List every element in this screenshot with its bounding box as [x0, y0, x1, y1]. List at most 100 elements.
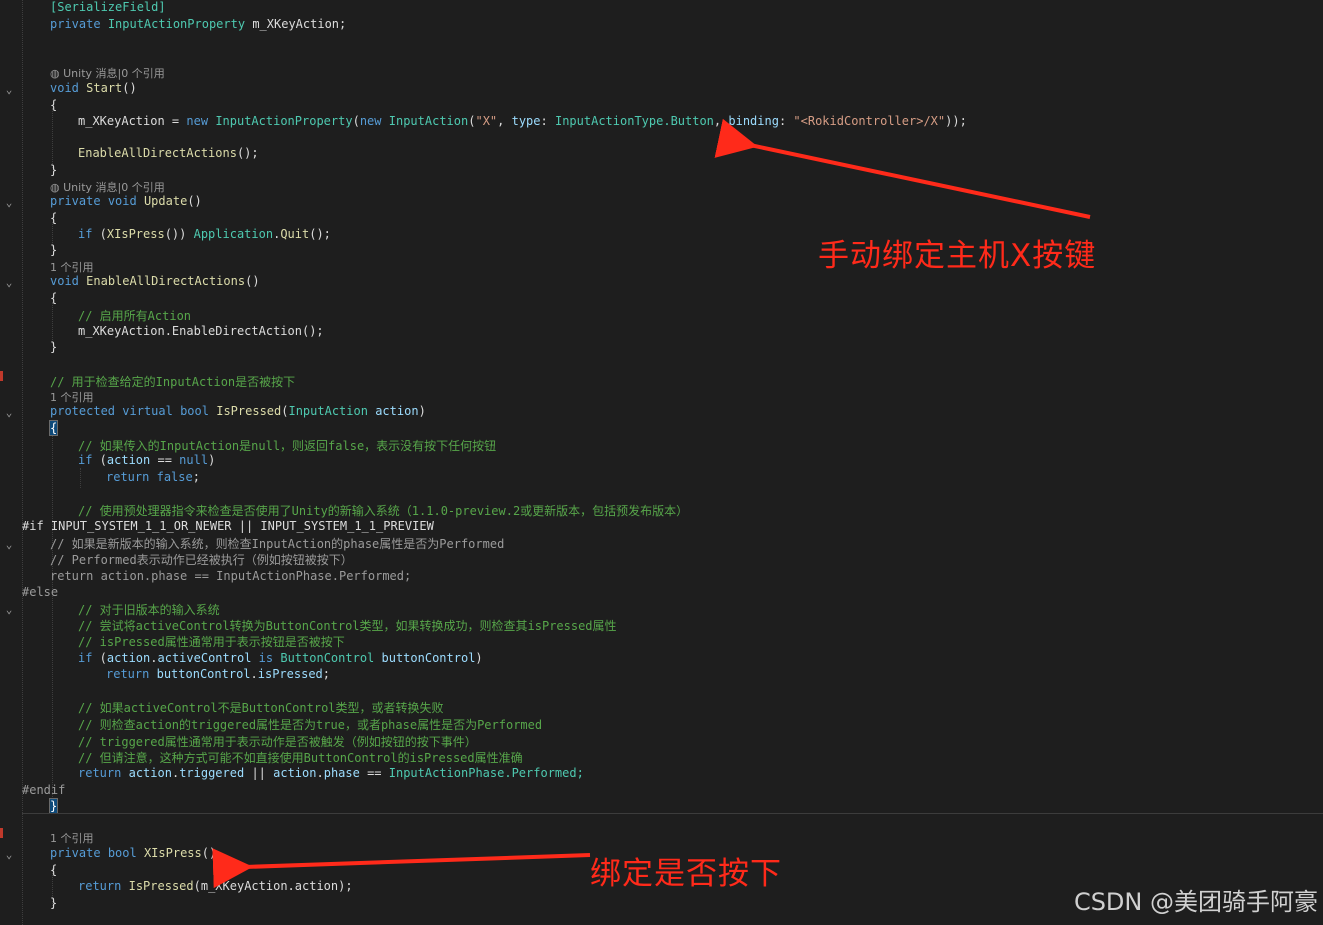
- method-name: Update: [143, 194, 188, 208]
- type-token: InputActionProperty: [107, 17, 246, 31]
- keyword-token: protected: [50, 404, 116, 418]
- code-line: }: [48, 798, 59, 814]
- type-token: Application: [193, 227, 274, 241]
- keyword-token: void: [50, 274, 79, 288]
- type-token: ButtonControl: [280, 651, 375, 665]
- preprocessor-line: #if INPUT_SYSTEM_1_1_OR_NEWER || INPUT_S…: [22, 519, 434, 533]
- operator-token: =: [164, 114, 187, 128]
- property-token: phase: [323, 766, 360, 780]
- method-name: Start: [86, 81, 123, 95]
- fold-chevron-icon[interactable]: ⌄: [3, 277, 15, 289]
- method-call: EnableAllDirectActions: [78, 146, 237, 160]
- identifier-token: m_XKeyAction;: [252, 17, 347, 31]
- indent-guide: [52, 430, 53, 805]
- keyword-token: return: [78, 766, 122, 780]
- param-name: binding: [728, 114, 779, 128]
- comment-line: // 使用预处理器指令来检查是否使用了Unity的新输入系统（1.1.0-pre…: [78, 504, 689, 518]
- preprocessor-directive: #if INPUT_SYSTEM_1_1_OR_NEWER || INPUT_S…: [22, 519, 434, 533]
- keyword-token: if: [78, 227, 93, 241]
- code-line: {: [50, 211, 58, 225]
- code-line: {: [50, 291, 58, 305]
- fold-chevron-icon[interactable]: ⌄: [3, 849, 15, 861]
- keyword-token: new: [186, 114, 209, 128]
- param-name: action: [106, 651, 151, 665]
- code-line: private void Update(): [50, 194, 202, 208]
- keyword-token: virtual: [122, 404, 173, 418]
- fold-chevron-icon[interactable]: ⌄: [3, 407, 15, 419]
- method-name: XIsPress: [143, 846, 202, 860]
- keyword-token: private: [50, 846, 101, 860]
- code-line: return IsPressed(m_XKeyAction.action);: [78, 879, 353, 893]
- indent-guide: [52, 302, 53, 344]
- indent-guide: [80, 468, 81, 488]
- code-line: }: [50, 340, 58, 354]
- codelens-text[interactable]: Unity 消息|0 个引用: [63, 181, 165, 194]
- change-marker: [0, 371, 3, 381]
- keyword-token: if: [78, 453, 93, 467]
- comment-line: // 则检查action的triggered属性是否为true，或者phase属…: [78, 718, 543, 732]
- keyword-token: void: [50, 81, 79, 95]
- param-name: action: [273, 766, 317, 780]
- comment-line: // triggered属性通常用于表示动作是否被触发（例如按钮的按下事件）: [78, 735, 477, 749]
- indent-guide: [52, 108, 53, 168]
- code-line: private bool XIsPress(): [50, 846, 217, 860]
- code-line: {: [50, 98, 58, 112]
- codelens-references[interactable]: ◍ Unity 消息|0 个引用: [50, 179, 165, 195]
- method-name: IsPressed: [216, 404, 282, 418]
- comment-line: // 尝试将activeControl转换为ButtonControl类型，如果…: [78, 619, 617, 633]
- param-name: type: [511, 114, 541, 128]
- comment-line: // 如果activeControl不是ButtonControl类型，或者转换…: [78, 701, 444, 715]
- string-token: "<RokidController>/X": [793, 114, 946, 128]
- keyword-token: return: [106, 667, 150, 681]
- matched-brace: }: [48, 798, 59, 814]
- inactive-line: // 如果是新版本的输入系统，则检查InputAction的phase属性是否为…: [50, 537, 505, 551]
- preprocessor-directive: #else: [22, 585, 59, 599]
- method-name: EnableAllDirectActions: [86, 274, 246, 288]
- type-token: InputActionProperty: [215, 114, 353, 128]
- property-token: activeControl: [157, 651, 252, 665]
- code-line: {: [48, 420, 59, 436]
- property-token: triggered: [179, 766, 245, 780]
- fold-chevron-icon[interactable]: ⌄: [3, 539, 15, 551]
- fold-chevron-icon[interactable]: ⌄: [3, 84, 15, 96]
- keyword-token: bool: [107, 846, 137, 860]
- annotation-top: 手动绑定主机X按键: [818, 238, 1097, 274]
- property-token: isPressed: [257, 667, 323, 681]
- code-line: m_XKeyAction = new InputActionProperty(n…: [78, 114, 967, 128]
- code-line: if (XIsPress()) Application.Quit();: [78, 227, 331, 241]
- method-call: IsPressed: [128, 879, 194, 893]
- identifier-token: buttonControl: [381, 651, 476, 665]
- identifier-token: m_XKeyAction: [78, 114, 165, 128]
- method-call: XIsPress: [106, 227, 165, 241]
- annotation-bottom: 绑定是否按下: [590, 856, 782, 892]
- keyword-token: bool: [180, 404, 209, 418]
- code-line: protected virtual bool IsPressed(InputAc…: [50, 404, 426, 418]
- code-line: }: [50, 896, 58, 910]
- inactive-line: return action.phase == InputActionPhase.…: [50, 569, 412, 583]
- method-separator: [22, 813, 1323, 814]
- comment-line: // 用于检查给定的InputAction是否被按下: [50, 375, 296, 389]
- code-line: void Start(): [50, 81, 137, 95]
- attribute-token: [SerializeField]: [50, 0, 166, 14]
- code-line: [SerializeField]: [50, 0, 166, 14]
- codelens-references[interactable]: ◍ Unity 消息|0 个引用: [50, 65, 165, 81]
- editor-gutter: [0, 0, 22, 925]
- identifier-token: buttonControl: [156, 667, 251, 681]
- inactive-line: // Performed表示动作已经被执行（例如按钮被按下）: [50, 553, 353, 567]
- arrow-to-binding: [714, 118, 1091, 219]
- type-token: InputActionPhase.Performed;: [388, 766, 584, 780]
- codelens-references[interactable]: 1 个引用: [50, 259, 94, 275]
- codelens-references[interactable]: 1 个引用: [50, 830, 94, 846]
- keyword-token: private: [50, 17, 101, 31]
- code-line: }: [50, 243, 58, 257]
- fold-chevron-icon[interactable]: ⌄: [3, 604, 15, 616]
- fold-chevron-icon[interactable]: ⌄: [3, 197, 15, 209]
- comment-line: // isPressed属性通常用于表示按钮是否被按下: [78, 635, 345, 649]
- code-line: if (action.activeControl is ButtonContro…: [78, 651, 483, 665]
- codelens-text[interactable]: Unity 消息|0 个引用: [63, 67, 165, 80]
- code-line: {: [50, 863, 58, 877]
- param-name: action: [375, 404, 419, 418]
- identifier-token: m_XKeyAction.action: [200, 879, 339, 893]
- codelens-references[interactable]: 1 个引用: [50, 389, 94, 405]
- comment-line: // 启用所有Action: [78, 309, 192, 323]
